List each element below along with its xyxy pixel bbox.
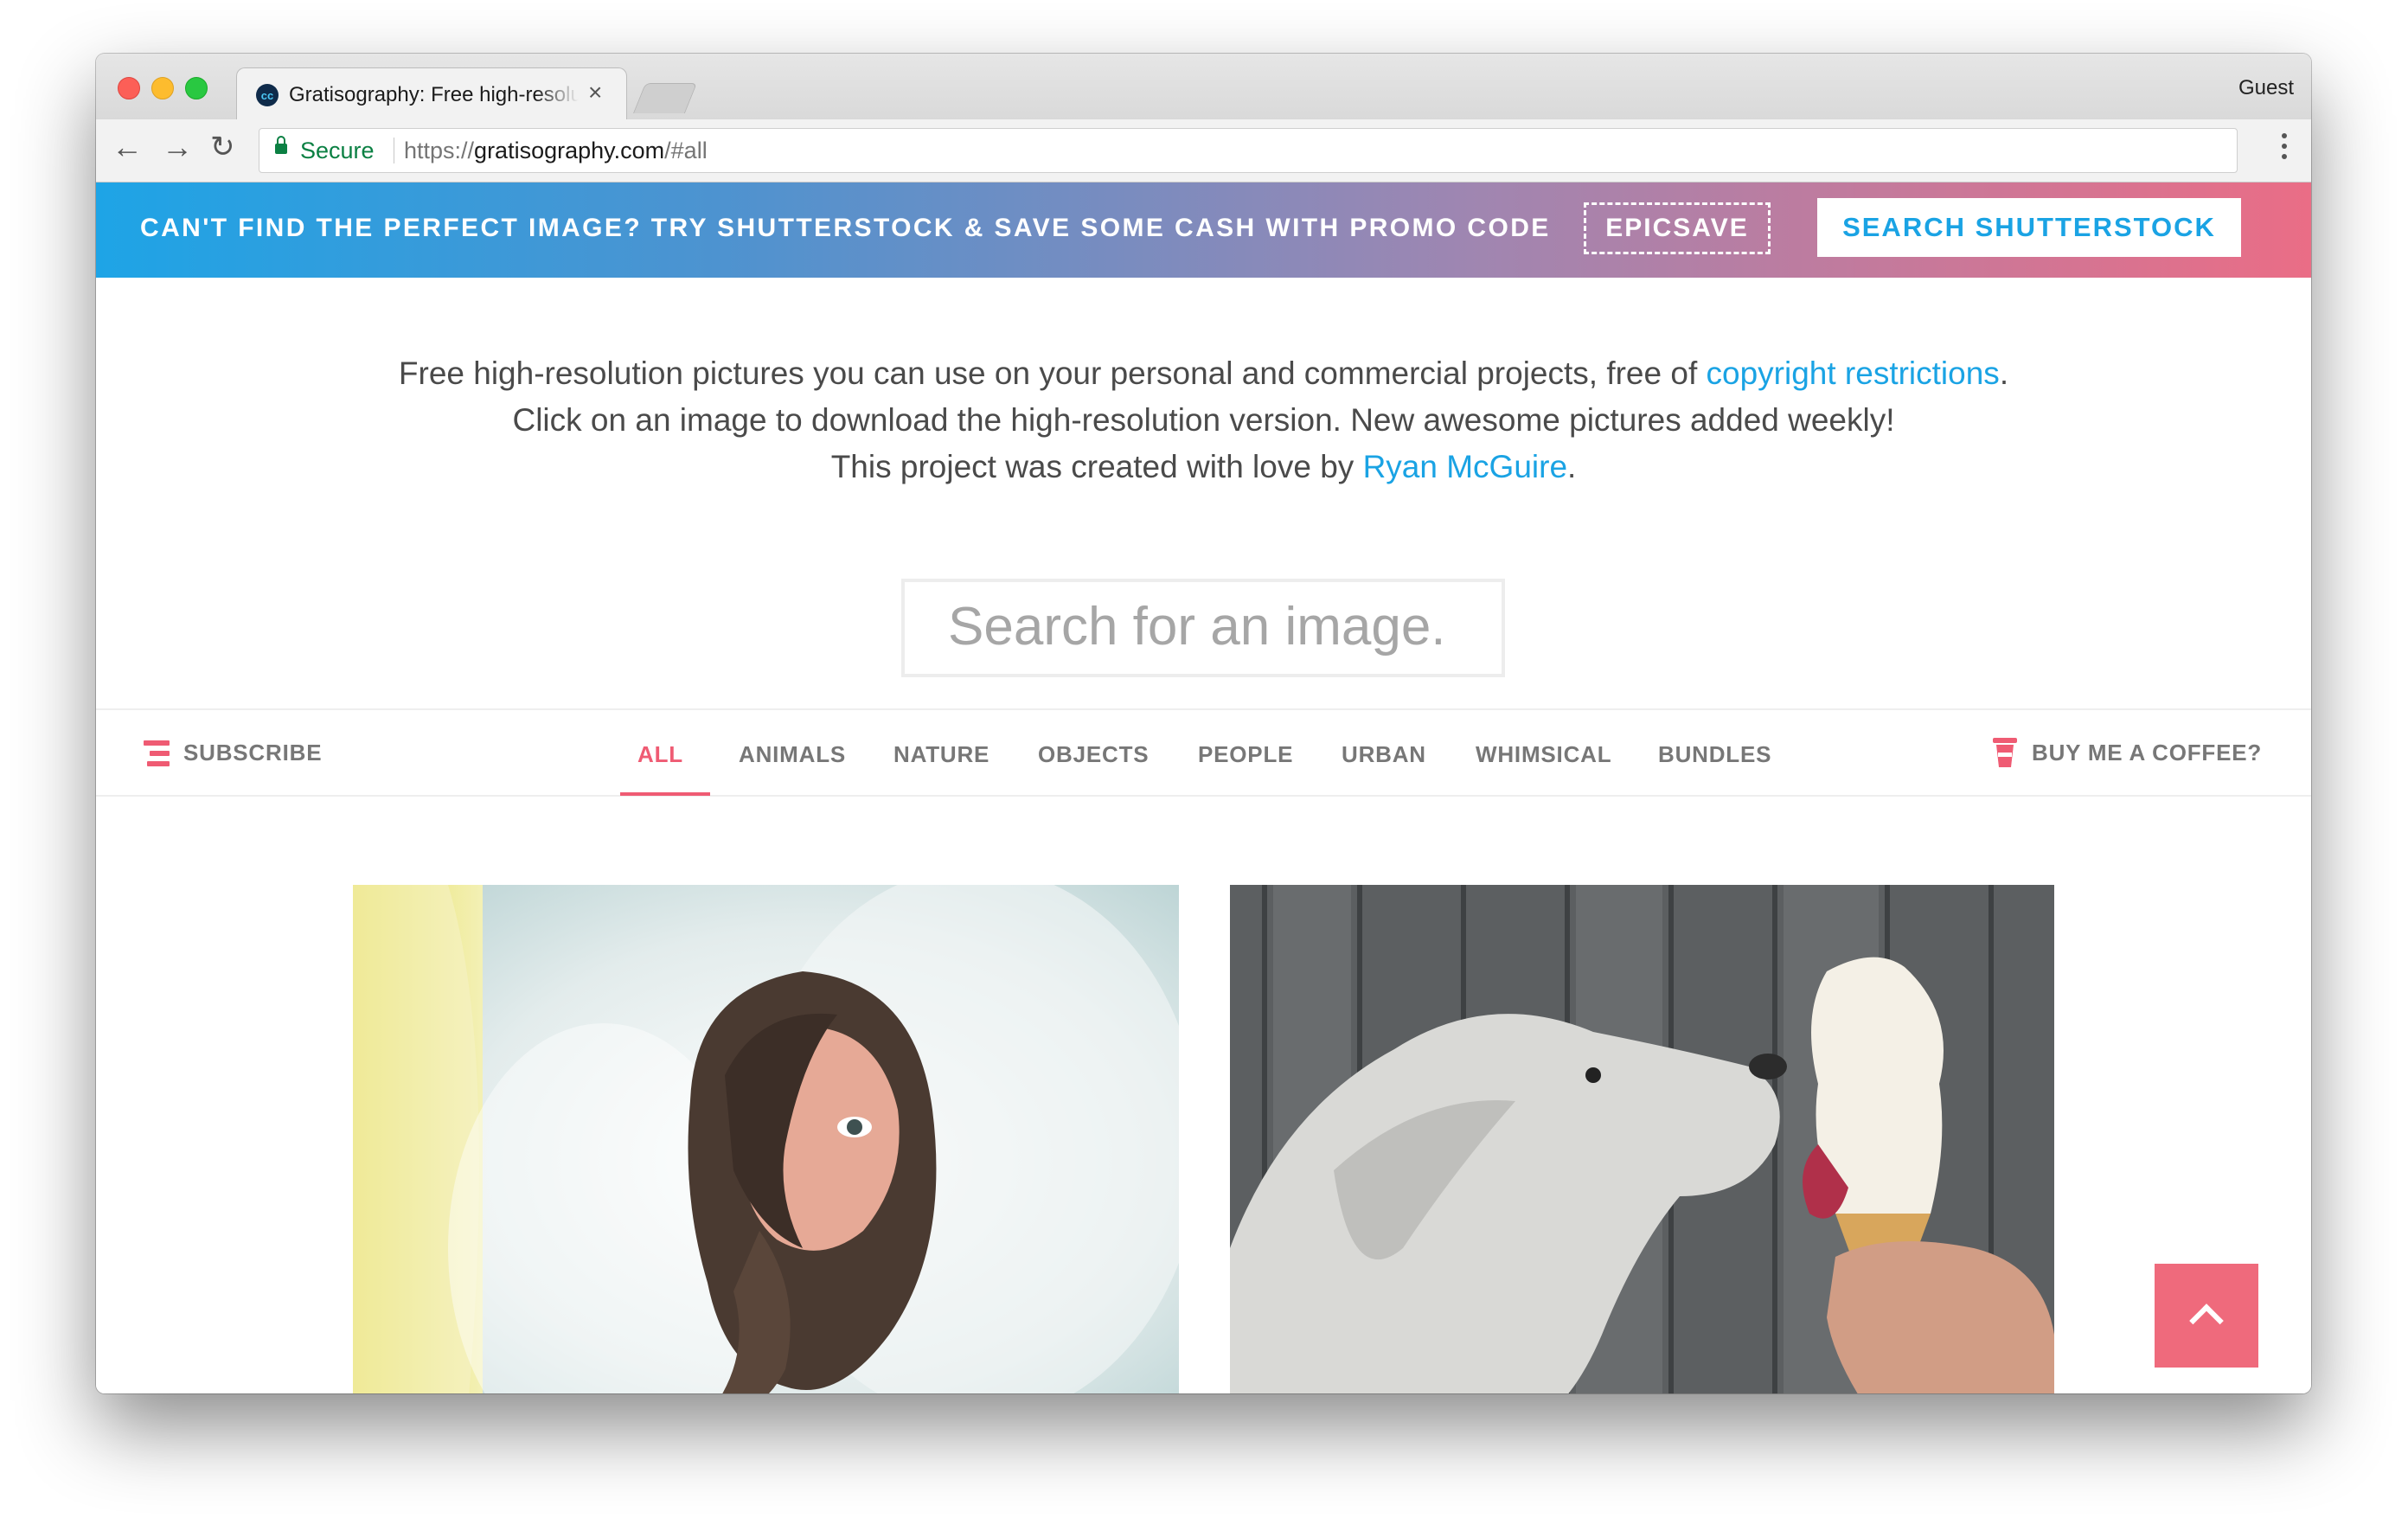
subscribe-icon	[144, 740, 170, 766]
search-shutterstock-button[interactable]: SEARCH SHUTTERSTOCK	[1817, 198, 2241, 257]
page-content: CAN'T FIND THE PERFECT IMAGE? TRY SHUTTE…	[96, 183, 2311, 1393]
promo-text: CAN'T FIND THE PERFECT IMAGE? TRY SHUTTE…	[140, 214, 1551, 242]
tab-animals[interactable]: ANIMALS	[739, 741, 846, 768]
coffee-label: BUY ME A COFFEE?	[2032, 739, 2263, 766]
copyright-restrictions-link[interactable]: copyright restrictions	[1707, 356, 2000, 391]
intro-line-2: Click on an image to download the high-r…	[512, 402, 1895, 438]
browser-menu-icon[interactable]	[2282, 133, 2287, 159]
subscribe-button[interactable]: SUBSCRIBE	[144, 740, 322, 766]
category-filter-bar: SUBSCRIBE ALL ANIMALS NATURE OBJECTS PEO…	[96, 708, 2311, 797]
promo-banner: CAN'T FIND THE PERFECT IMAGE? TRY SHUTTE…	[96, 183, 2311, 278]
chevron-up-icon	[2189, 1304, 2224, 1338]
search-input[interactable]: Search for an image.	[901, 579, 1505, 677]
intro-line-1: Free high-resolution pictures you can us…	[398, 356, 2009, 391]
lock-icon	[275, 136, 287, 154]
reload-icon[interactable]: ↻	[210, 132, 235, 162]
minimize-window-button[interactable]	[151, 77, 174, 99]
tab-objects[interactable]: OBJECTS	[1038, 741, 1149, 768]
tab-title: Gratisography: Free high-resolution pict…	[289, 83, 579, 106]
back-arrow-icon[interactable]: ←	[112, 131, 143, 163]
intro-line-3: This project was created with love by Ry…	[830, 449, 1577, 484]
new-tab-button[interactable]	[632, 83, 698, 113]
dog-photo-image	[1230, 885, 2054, 1393]
browser-window: cc Gratisography: Free high-resolution p…	[96, 54, 2311, 1393]
secure-label: Secure	[300, 138, 375, 163]
tab-whimsical[interactable]: WHIMSICAL	[1476, 741, 1611, 768]
maximize-window-button[interactable]	[185, 77, 208, 99]
promo-code: EPICSAVE	[1584, 202, 1771, 254]
tab-people[interactable]: PEOPLE	[1198, 741, 1293, 768]
intro-text: Free high-resolution pictures you can us…	[96, 350, 2311, 490]
tab-all[interactable]: ALL	[637, 741, 683, 768]
author-link[interactable]: Ryan McGuire	[1363, 449, 1567, 484]
coffee-cup-icon	[1993, 738, 2017, 767]
scroll-to-top-button[interactable]	[2155, 1264, 2258, 1368]
site-favicon-icon: cc	[256, 84, 279, 106]
browser-tab[interactable]: cc Gratisography: Free high-resolution p…	[236, 67, 627, 122]
subscribe-label: SUBSCRIBE	[183, 740, 323, 766]
buy-me-a-coffee-button[interactable]: BUY ME A COFFEE?	[1993, 738, 2263, 767]
url-text[interactable]: https://gratisography.com/#all	[404, 138, 708, 164]
tab-urban[interactable]: URBAN	[1342, 741, 1426, 768]
active-tab-indicator	[620, 792, 710, 796]
tab-bundles[interactable]: BUNDLES	[1658, 741, 1771, 768]
photo-dog-ice-cream[interactable]	[1230, 885, 2054, 1393]
forward-arrow-icon[interactable]: →	[162, 131, 193, 163]
woman-photo-image	[353, 885, 1179, 1393]
tab-close-icon[interactable]: ×	[588, 79, 602, 106]
browser-toolbar: ← → ↻ Secure https://gratisography.com/#…	[96, 119, 2311, 183]
title-bar: cc Gratisography: Free high-resolution p…	[96, 54, 2311, 122]
photo-woman-bubble-wrap[interactable]	[353, 885, 1179, 1393]
profile-label[interactable]: Guest	[2238, 76, 2294, 100]
address-bar[interactable]: Secure https://gratisography.com/#all	[259, 128, 2238, 173]
tab-nature[interactable]: NATURE	[893, 741, 989, 768]
close-window-button[interactable]	[118, 77, 140, 99]
